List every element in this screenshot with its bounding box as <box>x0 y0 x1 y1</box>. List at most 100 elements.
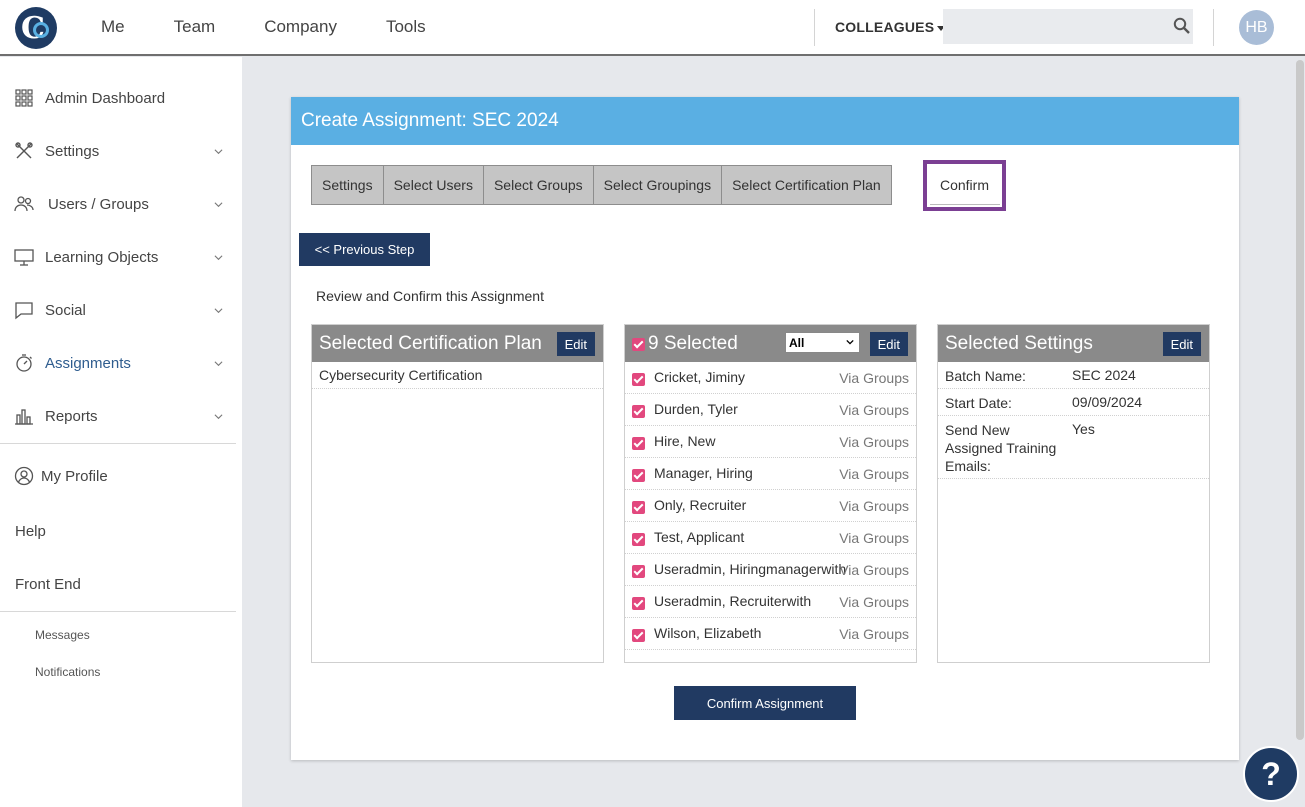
panel-header: Selected Settings Edit <box>938 325 1209 362</box>
user-checkbox[interactable] <box>632 629 645 642</box>
panel-header: 9 Selected All Edit <box>625 325 916 362</box>
select-all-checkbox[interactable] <box>632 338 645 351</box>
selected-users-panel: 9 Selected All Edit Cricket, Jiminy Via G… <box>624 324 917 663</box>
sidebar-divider <box>0 443 236 444</box>
user-name: Test, Applicant <box>654 529 745 545</box>
assignment-source: Via Groups <box>839 434 909 450</box>
user-name: Durden, Tyler <box>654 401 738 417</box>
sidebar-item-label: My Profile <box>41 467 108 485</box>
sidebar-item-settings[interactable]: Settings <box>0 131 236 171</box>
logo[interactable]: C <box>15 7 57 49</box>
sidebar-item-learning-objects[interactable]: Learning Objects <box>0 237 236 277</box>
assignment-source: Via Groups <box>839 402 909 418</box>
user-checkbox[interactable] <box>632 469 645 482</box>
nav-company[interactable]: Company <box>264 17 337 37</box>
settings-row: Send New Assigned Training Emails: Yes <box>938 416 1209 479</box>
search-icon[interactable] <box>1173 17 1190 34</box>
tab-select-certification-plan[interactable]: Select Certification Plan <box>721 165 892 205</box>
setting-value: 09/09/2024 <box>1072 394 1143 410</box>
edit-certification-button[interactable]: Edit <box>556 332 595 356</box>
nav-tools[interactable]: Tools <box>386 17 426 37</box>
sidebar-item-messages[interactable]: Messages <box>35 628 90 642</box>
filter-select-value: All <box>789 335 805 350</box>
colleagues-dropdown[interactable]: COLLEAGUES <box>835 19 946 35</box>
user-checkbox[interactable] <box>632 597 645 610</box>
sidebar-item-assignments[interactable]: Assignments <box>0 343 236 383</box>
sidebar-item-admin-dashboard[interactable]: Admin Dashboard <box>0 78 236 118</box>
stopwatch-icon <box>16 354 32 372</box>
table-row: Useradmin, Hiringmanagerwith Via Groups <box>625 554 916 586</box>
certification-plan-panel: Selected Certification Plan Edit Cyberse… <box>311 324 604 663</box>
sidebar-item-label: Settings <box>45 142 100 160</box>
table-row: Wilson, Elizabeth Via Groups <box>625 618 916 650</box>
sidebar-item-notifications[interactable]: Notifications <box>35 665 100 679</box>
user-checkbox[interactable] <box>632 501 645 514</box>
sidebar-item-my-profile[interactable]: My Profile <box>0 456 236 496</box>
user-name: Cricket, Jiminy <box>654 369 746 385</box>
user-checkbox[interactable] <box>632 533 645 546</box>
user-checkbox[interactable] <box>632 405 645 418</box>
panel-title: 9 Selected <box>648 332 738 354</box>
table-row: Manager, Hiring Via Groups <box>625 458 916 490</box>
nav-me[interactable]: Me <box>101 17 125 37</box>
sidebar-item-users-groups[interactable]: Users / Groups <box>0 184 236 224</box>
sidebar-item-social[interactable]: Social <box>0 290 236 330</box>
tab-select-users[interactable]: Select Users <box>382 165 483 205</box>
settings-row: Start Date: 09/09/2024 <box>938 389 1209 416</box>
edit-settings-button[interactable]: Edit <box>1162 332 1201 356</box>
nav-team[interactable]: Team <box>174 17 216 37</box>
assignment-source: Via Groups <box>839 498 909 514</box>
divider <box>814 9 815 46</box>
assignment-source: Via Groups <box>839 594 909 610</box>
tab-select-groups[interactable]: Select Groups <box>482 165 593 205</box>
user-name: Manager, Hiring <box>654 465 753 481</box>
top-nav: Me Team Company Tools <box>101 17 475 37</box>
sidebar-item-front-end[interactable]: Front End <box>15 576 81 593</box>
edit-users-button[interactable]: Edit <box>869 332 908 356</box>
tab-settings[interactable]: Settings <box>311 165 383 205</box>
tab-confirm[interactable]: Confirm <box>923 160 1006 211</box>
sidebar-item-help[interactable]: Help <box>15 523 46 540</box>
search-input[interactable] <box>943 9 1193 44</box>
filter-select[interactable]: All <box>785 332 860 353</box>
sidebar-item-label: Users / Groups <box>48 195 149 213</box>
avatar[interactable]: HB <box>1239 10 1274 45</box>
assignment-source: Via Groups <box>839 626 909 642</box>
sidebar-item-label: Social <box>45 301 86 319</box>
tab-select-groupings[interactable]: Select Groupings <box>592 165 722 205</box>
assignment-source: Via Groups <box>839 466 909 482</box>
previous-step-button[interactable]: << Previous Step <box>299 233 430 266</box>
page-scrollbar[interactable] <box>1296 60 1304 740</box>
users-icon <box>14 196 34 212</box>
assignment-source: Via Groups <box>839 562 909 578</box>
selected-settings-panel: Selected Settings Edit Batch Name: SEC 2… <box>937 324 1210 663</box>
user-circle-icon <box>14 466 34 486</box>
list-item: Cybersecurity Certification <box>312 362 603 389</box>
setting-key: Start Date: <box>945 395 1012 411</box>
table-row: Only, Recruiter Via Groups <box>625 490 916 522</box>
panel-title: Selected Settings <box>945 332 1093 354</box>
assignment-source: Via Groups <box>839 370 909 386</box>
sidebar-item-reports[interactable]: Reports <box>0 396 236 436</box>
confirm-assignment-button[interactable]: Confirm Assignment <box>674 686 856 720</box>
chevron-down-icon <box>214 201 223 207</box>
review-text: Review and Confirm this Assignment <box>316 288 544 304</box>
tab-confirm-label: Confirm <box>929 167 1000 205</box>
table-row: Useradmin, Recruiterwith Via Groups <box>625 586 916 618</box>
sidebar: Admin Dashboard Settings Users / Groups … <box>0 57 242 807</box>
tools-icon <box>15 142 33 159</box>
user-checkbox[interactable] <box>632 437 645 450</box>
table-row: Durden, Tyler Via Groups <box>625 394 916 426</box>
user-name: Only, Recruiter <box>654 497 747 513</box>
chevron-down-icon <box>214 148 223 154</box>
chevron-down-icon <box>846 339 854 345</box>
sidebar-item-label: Reports <box>45 407 98 425</box>
divider <box>1213 9 1214 46</box>
setting-key: Batch Name: <box>945 368 1026 384</box>
sidebar-item-label: Learning Objects <box>45 248 159 266</box>
help-button[interactable]: ? <box>1243 746 1299 802</box>
table-row: Hire, New Via Groups <box>625 426 916 458</box>
user-checkbox[interactable] <box>632 565 645 578</box>
user-checkbox[interactable] <box>632 373 645 386</box>
table-row: Cricket, Jiminy Via Groups <box>625 362 916 394</box>
